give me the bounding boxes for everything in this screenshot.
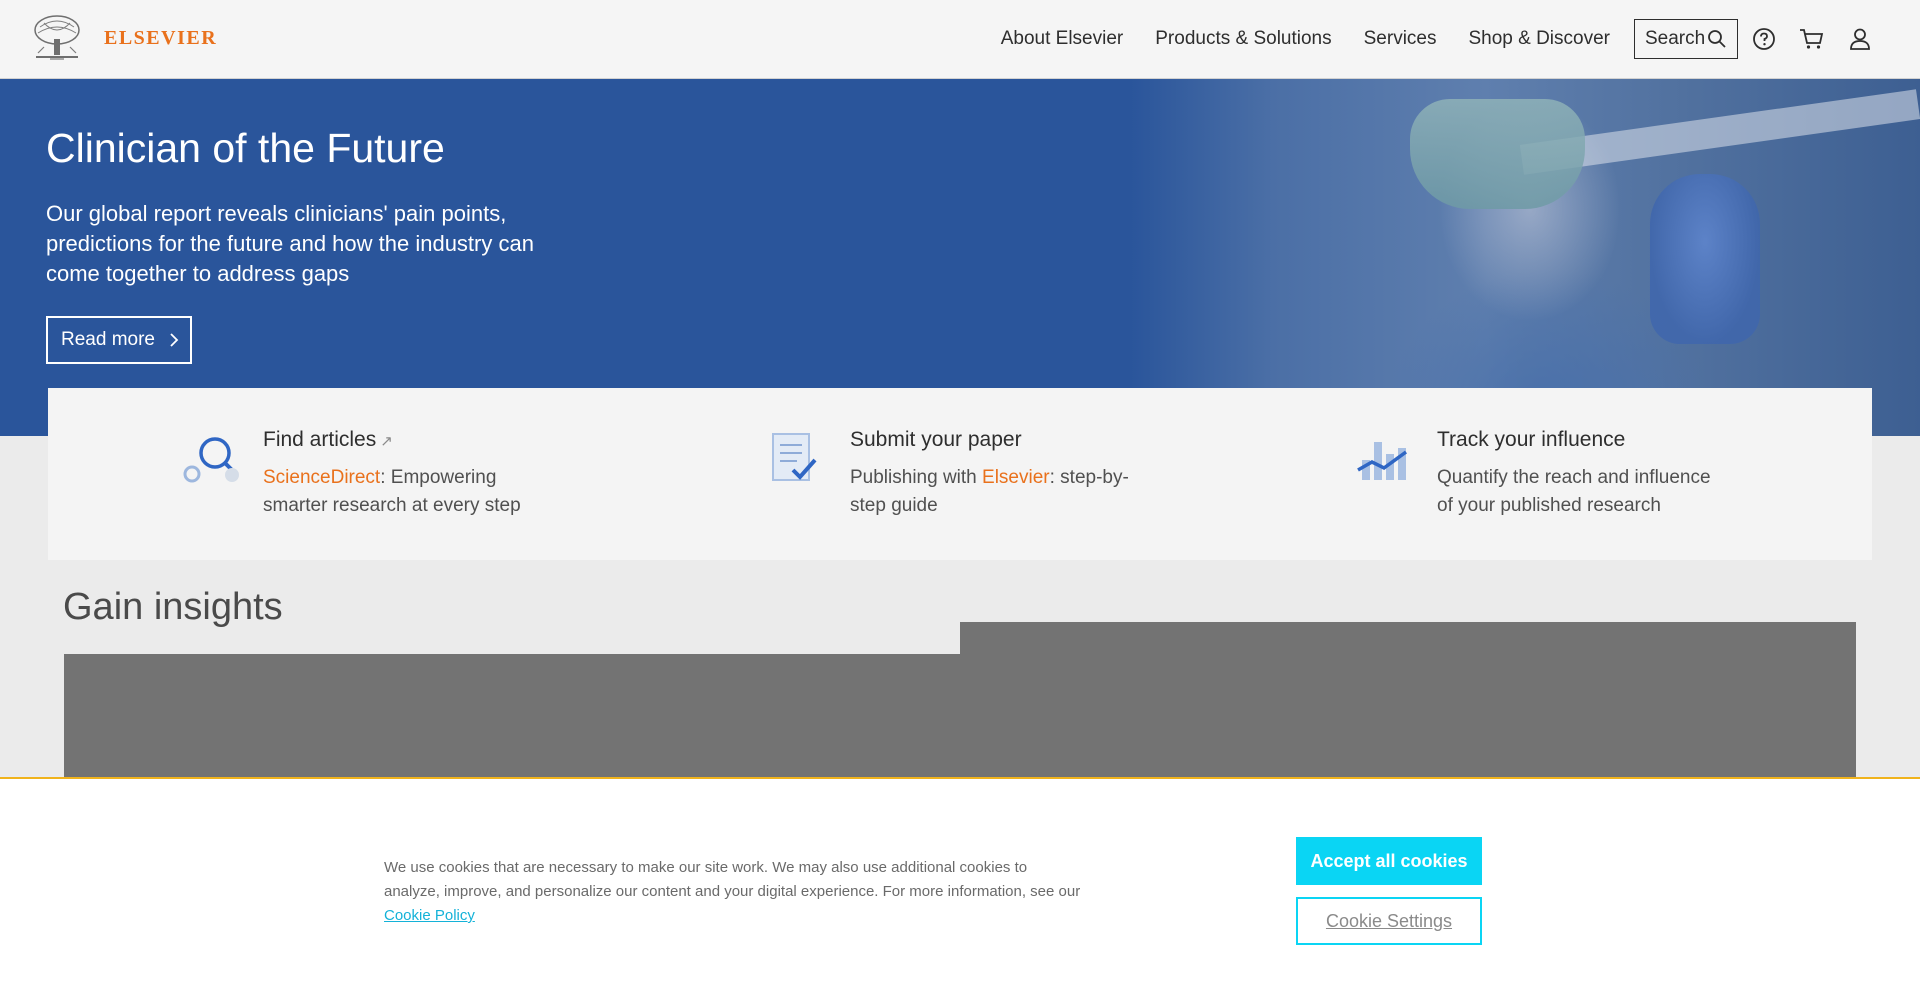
feature-description-prefix: Publishing with xyxy=(850,467,983,488)
site-header: ELSEVIER About Elsevier Products & Solut… xyxy=(0,0,1920,79)
cart-button[interactable] xyxy=(1798,25,1826,53)
help-icon xyxy=(1753,28,1775,50)
elsevier-logo[interactable]: ELSEVIER xyxy=(30,13,217,63)
magnifier-icon xyxy=(183,437,239,483)
hero-subtitle: Our global report reveals clinicians' pa… xyxy=(46,201,534,286)
read-more-label: Read more xyxy=(61,329,155,350)
search-button[interactable]: Search xyxy=(1634,19,1738,59)
search-icon xyxy=(1708,30,1726,48)
hero-title: Clinician of the Future xyxy=(46,125,445,171)
brand-name: ELSEVIER xyxy=(104,26,218,49)
cookie-banner: We use cookies that are necessary to mak… xyxy=(0,777,1920,1000)
section-title: Gain insights xyxy=(63,586,283,628)
sciencedirect-link[interactable]: ScienceDirect xyxy=(263,467,380,488)
hero-clinician-image xyxy=(1130,79,1920,436)
document-check-icon xyxy=(772,433,817,481)
image-detail-glove xyxy=(1650,174,1760,344)
cookie-message-text: We use cookies that are necessary to mak… xyxy=(384,859,1081,900)
external-link-icon: ↗ xyxy=(380,433,393,450)
help-button[interactable] xyxy=(1750,25,1778,53)
feature-description: ScienceDirect: Empowering smarter resear… xyxy=(263,464,553,520)
hero-banner: Clinician of the Future Our global repor… xyxy=(0,79,1920,436)
feature-title[interactable]: Track your influence xyxy=(1437,428,1625,452)
chevron-right-icon xyxy=(170,333,179,347)
user-icon xyxy=(1850,28,1870,50)
nav-shop-discover[interactable]: Shop & Discover xyxy=(1468,28,1610,50)
read-more-button[interactable]: Read more xyxy=(46,316,192,364)
main-nav: About Elsevier Products & Solutions Serv… xyxy=(1001,0,1920,78)
account-button[interactable] xyxy=(1846,25,1874,53)
feature-cards: Find articles ↗ ScienceDirect: Empowering… xyxy=(48,388,1872,560)
feature-description: Quantify the reach and influence of your… xyxy=(1437,467,1711,516)
cookie-policy-link[interactable]: Cookie Policy xyxy=(384,907,475,924)
cookie-settings-button[interactable]: Cookie Settings xyxy=(1296,897,1482,945)
accept-all-cookies-button[interactable]: Accept all cookies xyxy=(1296,837,1482,885)
nav-about[interactable]: About Elsevier xyxy=(1001,28,1124,50)
chart-icon xyxy=(1357,442,1408,480)
insight-card-image[interactable] xyxy=(960,622,1856,777)
insight-card-image[interactable] xyxy=(64,654,960,777)
tree-logo-icon xyxy=(30,13,84,63)
image-detail-mask xyxy=(1410,99,1585,209)
nav-services[interactable]: Services xyxy=(1364,28,1437,50)
cookie-message: We use cookies that are necessary to mak… xyxy=(384,856,1084,928)
feature-title[interactable]: Submit your paper xyxy=(850,428,1022,452)
search-label: Search xyxy=(1645,28,1706,49)
feature-title[interactable]: Find articles ↗ xyxy=(263,428,393,452)
feature-title-text: Find articles xyxy=(263,428,377,451)
cart-icon xyxy=(1800,29,1824,49)
elsevier-link[interactable]: Elsevier xyxy=(982,467,1050,488)
nav-products-solutions[interactable]: Products & Solutions xyxy=(1155,28,1331,50)
feature-description: Publishing with Elsevier: step-by-step g… xyxy=(850,464,1140,520)
